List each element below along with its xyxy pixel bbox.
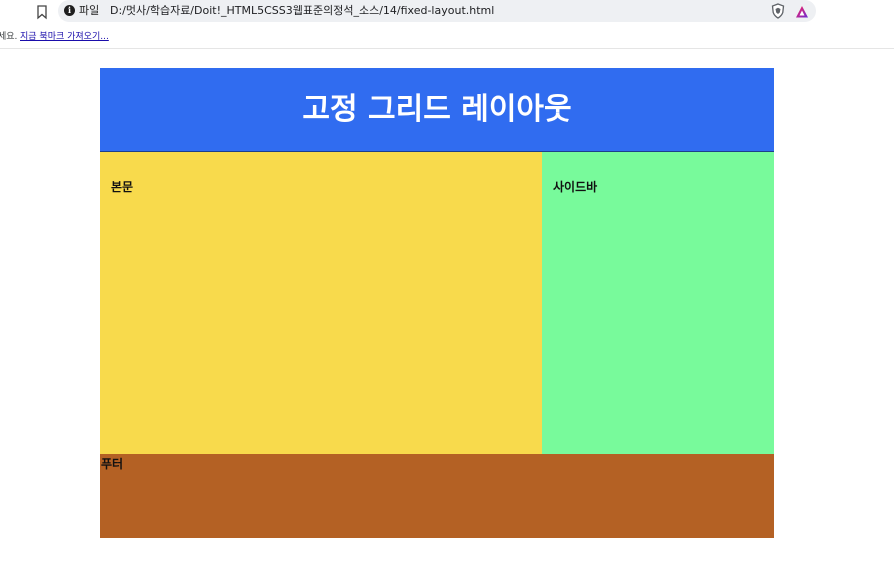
layout-container: 고정 그리드 레이아웃 본문 사이드바 푸터 <box>100 68 774 539</box>
url-text[interactable]: D:/멋사/학습자료/Doit!_HTML5CSS3웹표준의정석_소스/14/f… <box>110 3 494 19</box>
page-header: 고정 그리드 레이아웃 <box>100 68 774 152</box>
bookmark-icon[interactable] <box>36 4 48 20</box>
page-viewport: 고정 그리드 레이아웃 본문 사이드바 푸터 <box>0 49 894 582</box>
scheme-label[interactable]: 파일 <box>79 3 99 19</box>
import-bookmarks-link[interactable]: 지금 북마크 가져오기... <box>20 29 109 42</box>
main-content-label: 본문 <box>111 180 134 194</box>
bookmarks-bar-prompt: 세요. <box>0 32 18 42</box>
page-footer: 푸터 <box>100 454 774 538</box>
browser-toolbar: i 파일 D:/멋사/학습자료/Doit!_HTML5CSS3웹표준의정석_소스… <box>0 0 894 24</box>
info-icon[interactable]: i <box>64 5 75 16</box>
main-content: 본문 <box>100 152 542 454</box>
sidebar-label: 사이드바 <box>553 180 598 194</box>
sidebar: 사이드바 <box>542 152 774 454</box>
address-bar[interactable]: i 파일 D:/멋사/학습자료/Doit!_HTML5CSS3웹표준의정석_소스… <box>58 0 816 22</box>
page-title: 고정 그리드 레이아웃 <box>302 92 572 127</box>
brave-rewards-icon[interactable] <box>795 4 809 18</box>
footer-label: 푸터 <box>101 457 124 471</box>
brave-shield-icon[interactable] <box>771 3 785 19</box>
bookmarks-bar: 세요. 지금 북마크 가져오기... <box>0 24 894 49</box>
